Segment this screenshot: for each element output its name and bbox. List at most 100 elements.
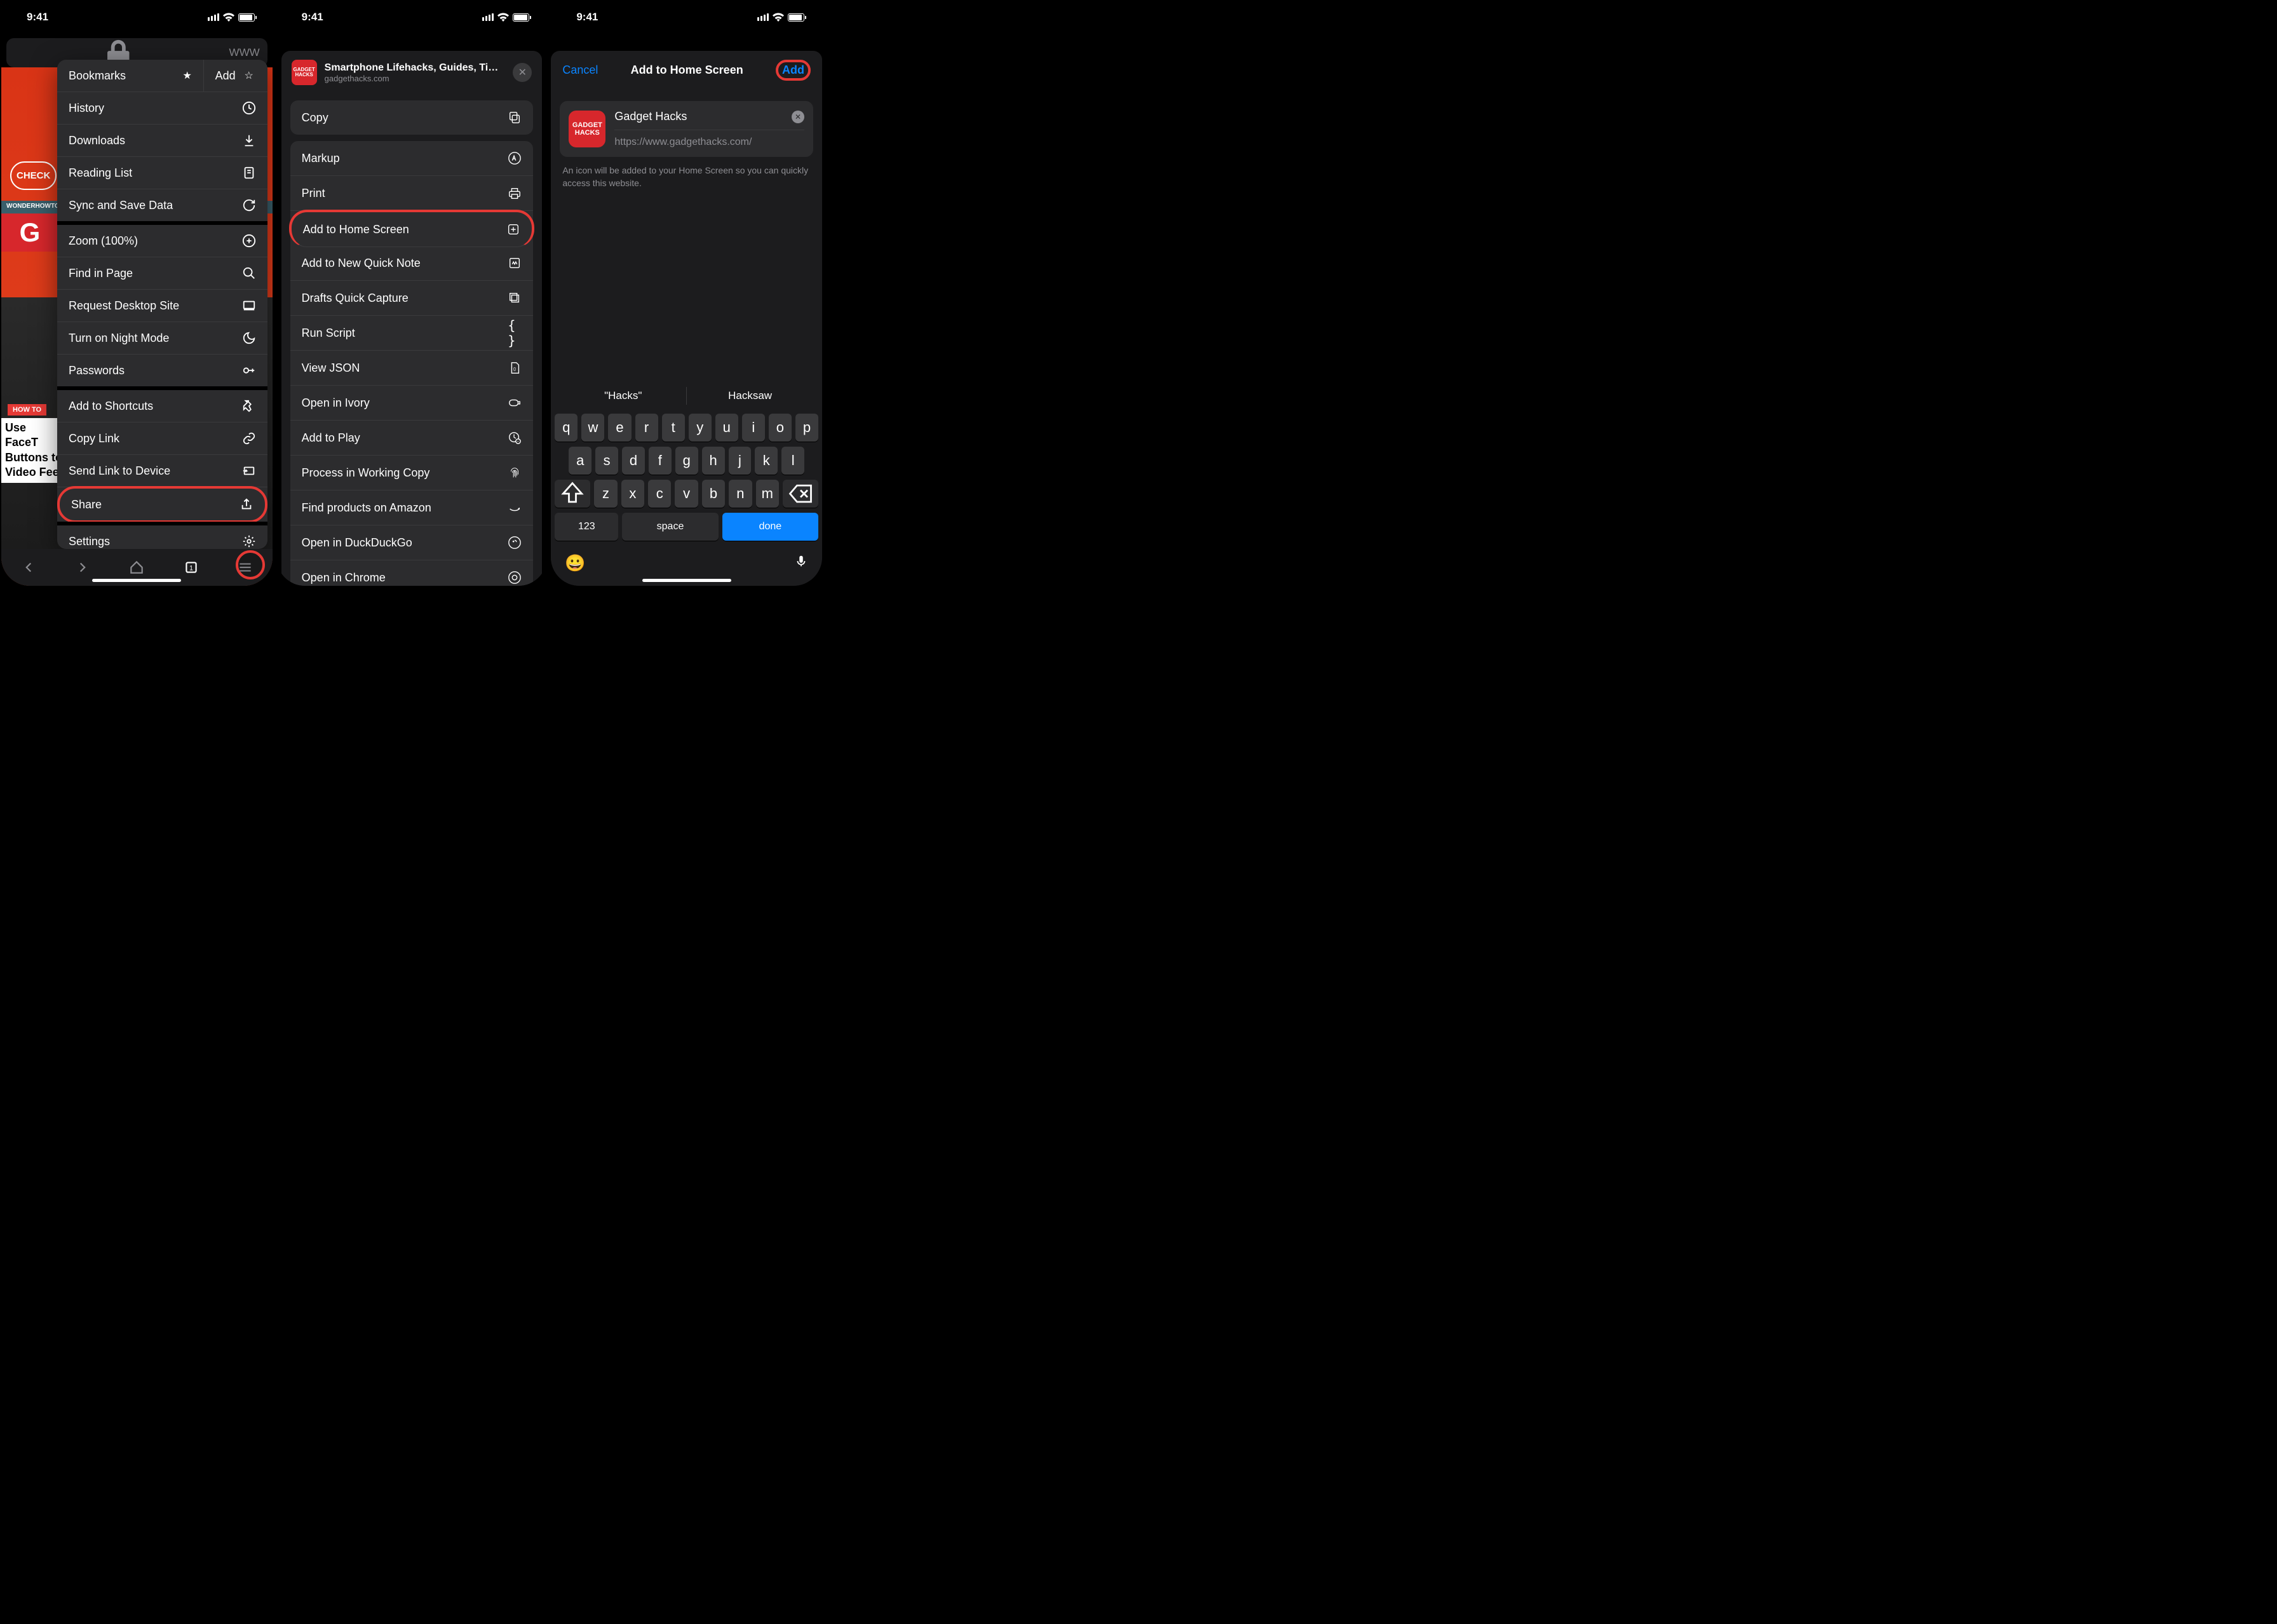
key-o[interactable]: o — [769, 414, 792, 442]
settings-item[interactable]: Settings — [57, 525, 267, 549]
add-button[interactable]: Add — [776, 60, 811, 81]
key-r[interactable]: r — [635, 414, 658, 442]
zoom-item[interactable]: Zoom (100%) — [57, 225, 267, 257]
key-k[interactable]: k — [755, 447, 778, 475]
backspace-key[interactable] — [783, 480, 818, 508]
url-display: https://www.gadgethacks.com/ — [614, 137, 804, 148]
working-copy-action[interactable]: Process in Working Copy — [290, 456, 534, 491]
clear-button[interactable]: ✕ — [792, 111, 804, 123]
play-icon — [508, 431, 522, 445]
sync-icon — [242, 198, 256, 212]
reading-list-icon — [242, 166, 256, 180]
signal-icon — [208, 13, 219, 21]
note-icon — [508, 256, 522, 270]
suggestion-bar: "Hacks" Hacksaw — [551, 381, 822, 411]
key-c[interactable]: c — [648, 480, 671, 508]
play-action[interactable]: Add to Play — [290, 421, 534, 456]
add-home-icon — [506, 222, 520, 236]
sync-item[interactable]: Sync and Save Data — [57, 189, 267, 221]
forward-button[interactable] — [74, 559, 91, 576]
drafts-action[interactable]: Drafts Quick Capture — [290, 281, 534, 316]
app-icon-preview: GADGETHACKS — [569, 111, 605, 147]
key-h[interactable]: h — [702, 447, 725, 475]
plus-circle-icon — [242, 234, 256, 248]
key-e[interactable]: e — [608, 414, 631, 442]
key-l[interactable]: l — [781, 447, 804, 475]
howto-tag: HOW TO — [8, 404, 46, 416]
ivory-action[interactable]: Open in Ivory — [290, 386, 534, 421]
wifi-icon — [497, 13, 509, 22]
svg-text:{}: {} — [513, 367, 517, 372]
clock-icon — [242, 101, 256, 115]
cancel-button[interactable]: Cancel — [562, 64, 598, 77]
key-j[interactable]: j — [729, 447, 752, 475]
gear-icon — [242, 534, 256, 548]
123-key[interactable]: 123 — [555, 513, 618, 541]
json-icon: {} — [508, 361, 522, 375]
key-u[interactable]: u — [715, 414, 738, 442]
print-action[interactable]: Print — [290, 176, 534, 211]
fingerprint-icon — [508, 466, 522, 480]
send-link-item[interactable]: Send Link to Device — [57, 455, 267, 487]
emoji-button[interactable]: 😀 — [565, 553, 585, 573]
share-item[interactable]: Share — [57, 486, 267, 523]
home-button[interactable] — [128, 559, 145, 576]
space-key[interactable]: space — [622, 513, 718, 541]
amazon-action[interactable]: Find products on Amazon — [290, 491, 534, 525]
view-json-action[interactable]: View JSON{} — [290, 351, 534, 386]
duckduckgo-action[interactable]: Open in DuckDuckGo — [290, 525, 534, 560]
shortcuts-item[interactable]: Add to Shortcuts — [57, 390, 267, 423]
key-y[interactable]: y — [689, 414, 712, 442]
shift-key[interactable] — [555, 480, 590, 508]
key-p[interactable]: p — [795, 414, 818, 442]
share-title: Smartphone Lifehacks, Guides, Ti… — [325, 62, 506, 74]
key-s[interactable]: s — [595, 447, 618, 475]
add-bookmark-button[interactable]: Add ☆ — [204, 60, 267, 91]
key-f[interactable]: f — [649, 447, 672, 475]
phone-2-share-sheet: 9:41 GADGETHACKS Smartphone Lifehacks, G… — [276, 1, 548, 586]
key-m[interactable]: m — [756, 480, 779, 508]
find-item[interactable]: Find in Page — [57, 257, 267, 290]
mic-button[interactable] — [794, 552, 808, 574]
key-z[interactable]: z — [594, 480, 617, 508]
add-home-action[interactable]: Add to Home Screen — [289, 210, 535, 247]
run-script-action[interactable]: Run Script{ } — [290, 316, 534, 351]
amazon-icon — [508, 501, 522, 515]
key-q[interactable]: q — [555, 414, 578, 442]
downloads-item[interactable]: Downloads — [57, 125, 267, 157]
search-icon — [242, 266, 256, 280]
back-button[interactable] — [20, 559, 37, 576]
key-i[interactable]: i — [742, 414, 765, 442]
key-a[interactable]: a — [569, 447, 591, 475]
chrome-action[interactable]: Open in Chrome — [290, 560, 534, 586]
key-d[interactable]: d — [622, 447, 645, 475]
key-w[interactable]: w — [581, 414, 604, 442]
history-item[interactable]: History — [57, 92, 267, 125]
print-icon — [508, 186, 522, 200]
copy-link-item[interactable]: Copy Link — [57, 423, 267, 455]
key-n[interactable]: n — [729, 480, 752, 508]
key-g[interactable]: g — [675, 447, 698, 475]
share-icon — [240, 497, 253, 511]
name-input[interactable]: Gadget Hacks — [614, 110, 792, 123]
copy-action[interactable]: Copy — [290, 100, 534, 135]
key-v[interactable]: v — [675, 480, 698, 508]
link-icon — [242, 431, 256, 445]
reading-list-item[interactable]: Reading List — [57, 157, 267, 189]
suggestion-1[interactable]: "Hacks" — [560, 387, 687, 405]
close-button[interactable]: ✕ — [513, 63, 532, 82]
done-key[interactable]: done — [722, 513, 818, 541]
markup-action[interactable]: Markup — [290, 141, 534, 176]
desktop-site-item[interactable]: Request Desktop Site — [57, 290, 267, 322]
passwords-item[interactable]: Passwords — [57, 355, 267, 386]
wifi-icon — [773, 13, 784, 22]
quick-note-action[interactable]: Add to New Quick Note — [290, 246, 534, 281]
suggestion-2[interactable]: Hacksaw — [687, 387, 813, 405]
braces-icon: { } — [508, 326, 522, 340]
tabs-button[interactable]: 1 — [183, 559, 199, 576]
key-x[interactable]: x — [621, 480, 644, 508]
key-t[interactable]: t — [662, 414, 685, 442]
key-b[interactable]: b — [702, 480, 725, 508]
bookmarks-button[interactable]: Bookmarks ★ — [57, 60, 204, 91]
night-mode-item[interactable]: Turn on Night Mode — [57, 322, 267, 355]
